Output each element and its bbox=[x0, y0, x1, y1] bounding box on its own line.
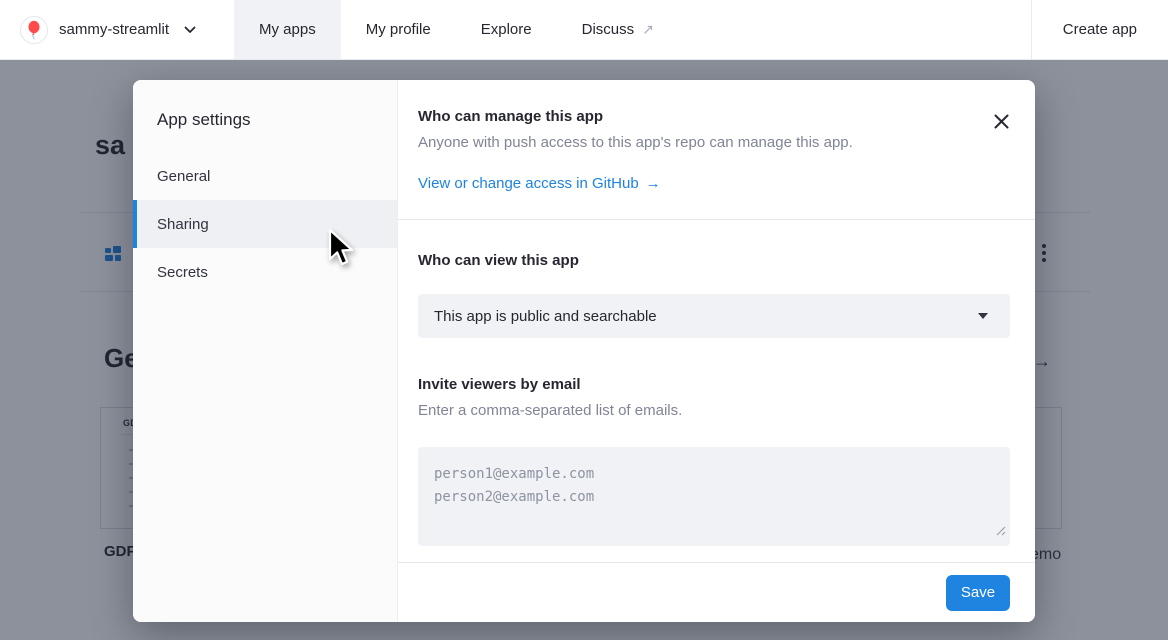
tab-explore[interactable]: Explore bbox=[456, 0, 557, 59]
arrow-right-icon: → bbox=[646, 175, 661, 192]
app-settings-modal: App settings General Sharing Secrets Who… bbox=[133, 80, 1035, 622]
tab-my-profile[interactable]: My profile bbox=[341, 0, 456, 59]
close-icon[interactable] bbox=[992, 112, 1010, 130]
tab-my-apps[interactable]: My apps bbox=[234, 0, 341, 59]
sharing-panel-body: Who can view this app This app is public… bbox=[398, 220, 1035, 562]
tab-my-apps-label: My apps bbox=[259, 21, 316, 38]
tab-explore-label: Explore bbox=[481, 21, 532, 38]
create-app-label: Create app bbox=[1063, 21, 1137, 38]
external-link-icon: ↗ bbox=[642, 21, 654, 38]
workspace-name: sammy-streamlit bbox=[59, 21, 169, 38]
github-access-link-label: View or change access in GitHub bbox=[418, 175, 639, 192]
modal-footer: Save bbox=[398, 562, 1035, 622]
view-section-title: Who can view this app bbox=[418, 252, 1010, 269]
app-settings-sidebar: App settings General Sharing Secrets bbox=[133, 80, 398, 622]
visibility-dropdown[interactable]: This app is public and searchable bbox=[418, 294, 1010, 338]
invite-email-textarea[interactable] bbox=[418, 447, 1010, 546]
balloon-icon bbox=[25, 20, 43, 40]
save-button[interactable]: Save bbox=[946, 575, 1010, 611]
app-settings-title: App settings bbox=[133, 80, 397, 152]
sharing-panel: Who can manage this app Anyone with push… bbox=[398, 80, 1035, 622]
invite-section: Invite viewers by email Enter a comma-se… bbox=[418, 376, 1010, 546]
workspace-avatar bbox=[20, 16, 48, 44]
tab-discuss-label: Discuss bbox=[582, 21, 635, 38]
sidebar-item-general-label: General bbox=[157, 168, 210, 185]
sidebar-item-sharing[interactable]: Sharing bbox=[133, 200, 397, 248]
invite-section-subtitle: Enter a comma-separated list of emails. bbox=[418, 402, 1010, 419]
sidebar-item-secrets-label: Secrets bbox=[157, 264, 208, 281]
invite-section-title: Invite viewers by email bbox=[418, 376, 1010, 393]
invite-email-field-wrap bbox=[418, 447, 1010, 546]
top-navbar: sammy-streamlit My apps My profile Explo… bbox=[0, 0, 1168, 60]
nav-tabs: My apps My profile Explore Discuss ↗ bbox=[234, 0, 679, 59]
sidebar-item-secrets[interactable]: Secrets bbox=[133, 248, 397, 296]
manage-section-title: Who can manage this app bbox=[418, 108, 1010, 125]
create-app-button[interactable]: Create app bbox=[1031, 0, 1168, 59]
sidebar-item-sharing-label: Sharing bbox=[157, 216, 209, 233]
tab-my-profile-label: My profile bbox=[366, 21, 431, 38]
github-access-link[interactable]: View or change access in GitHub → bbox=[418, 175, 661, 192]
tab-discuss[interactable]: Discuss ↗ bbox=[557, 0, 679, 59]
caret-down-icon bbox=[978, 313, 988, 319]
manage-section-subtitle: Anyone with push access to this app's re… bbox=[418, 134, 1010, 151]
chevron-down-icon bbox=[184, 26, 196, 34]
sidebar-item-general[interactable]: General bbox=[133, 152, 397, 200]
manage-section: Who can manage this app Anyone with push… bbox=[398, 80, 1035, 220]
visibility-dropdown-value: This app is public and searchable bbox=[434, 308, 657, 325]
workspace-switcher[interactable]: sammy-streamlit bbox=[0, 0, 216, 59]
